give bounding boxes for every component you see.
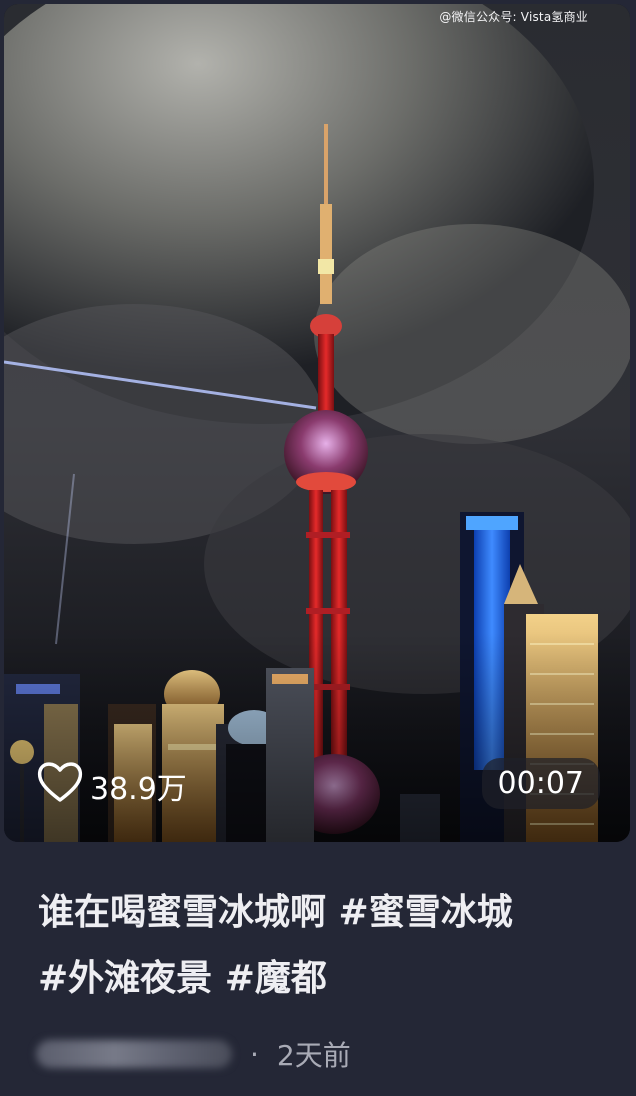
- like-count-text: 38.9万: [90, 772, 187, 807]
- watermark-text: @微信公众号: Vista氢商业: [439, 10, 588, 24]
- video-card[interactable]: @微信公众号: Vista氢商业 38.9万 00:07 谁在喝蜜雪冰城啊 #蜜…: [0, 0, 636, 1096]
- heart-icon: [36, 760, 84, 812]
- night-skyline-image: [4, 4, 630, 842]
- author-name-blurred[interactable]: [36, 1040, 232, 1068]
- separator-dot: ·: [250, 1037, 259, 1071]
- post-caption[interactable]: 谁在喝蜜雪冰城啊 #蜜雪冰城 #外滩夜景 #魔都: [38, 880, 608, 1012]
- video-duration: 00:07: [481, 758, 600, 809]
- caption-line-1: 谁在喝蜜雪冰城啊 #蜜雪冰城: [38, 892, 513, 933]
- post-time: 2天前: [276, 1039, 351, 1072]
- video-thumbnail[interactable]: [4, 4, 630, 842]
- post-meta: · 2天前: [36, 1034, 351, 1074]
- like-count[interactable]: 38.9万: [36, 760, 187, 812]
- caption-line-2: #外滩夜景 #魔都: [38, 958, 327, 999]
